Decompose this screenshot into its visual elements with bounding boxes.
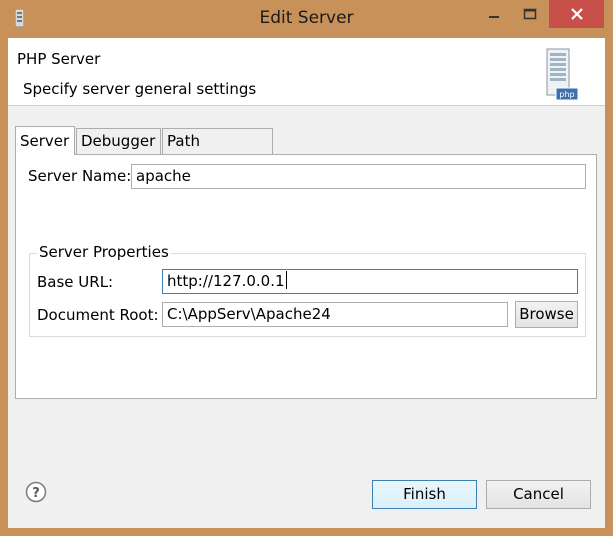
tab-path-mapping[interactable]: Path Mapping: [162, 128, 273, 174]
dialog-body: PHP Server Specify server general settin…: [8, 38, 605, 528]
tab-debugger[interactable]: Debugger: [76, 128, 161, 154]
browse-button[interactable]: Browse: [515, 301, 578, 328]
svg-text:?: ?: [32, 486, 40, 501]
server-name-label: Server Name:: [28, 167, 132, 185]
finish-button[interactable]: Finish: [372, 480, 477, 509]
php-badge-text: php: [559, 90, 574, 99]
base-url-field[interactable]: http://127.0.0.1: [162, 269, 578, 294]
help-question-icon[interactable]: ?: [25, 481, 47, 503]
header-description: Specify server general settings: [23, 80, 257, 98]
minimize-icon: [489, 16, 499, 18]
server-name-field[interactable]: apache: [131, 164, 586, 189]
maximize-icon: [523, 8, 537, 20]
close-icon: [570, 8, 583, 20]
server-properties-title: Server Properties: [37, 243, 171, 261]
text-caret: [285, 271, 287, 289]
base-url-label: Base URL:: [37, 273, 114, 291]
close-button[interactable]: [549, 0, 604, 28]
cancel-button[interactable]: Cancel: [486, 480, 591, 509]
server-properties-group: Server Properties Base URL: http://127.0…: [29, 243, 586, 337]
maximize-button[interactable]: [512, 0, 548, 28]
minimize-button[interactable]: [479, 0, 509, 28]
document-root-label: Document Root:: [37, 306, 159, 324]
document-root-field[interactable]: C:\AppServ\Apache24: [162, 302, 508, 327]
base-url-value: http://127.0.0.1: [167, 272, 285, 290]
php-server-icon: php: [546, 48, 579, 101]
server-tab-panel: Server Name: apache Server Properties Ba…: [15, 154, 597, 399]
header-title: PHP Server: [17, 50, 101, 68]
title-bar[interactable]: Edit Server: [0, 0, 613, 38]
dialog-header: PHP Server Specify server general settin…: [8, 38, 605, 106]
tab-server[interactable]: Server: [15, 126, 75, 155]
edit-server-dialog: Edit Server PHP Server Specify server ge…: [0, 0, 613, 536]
